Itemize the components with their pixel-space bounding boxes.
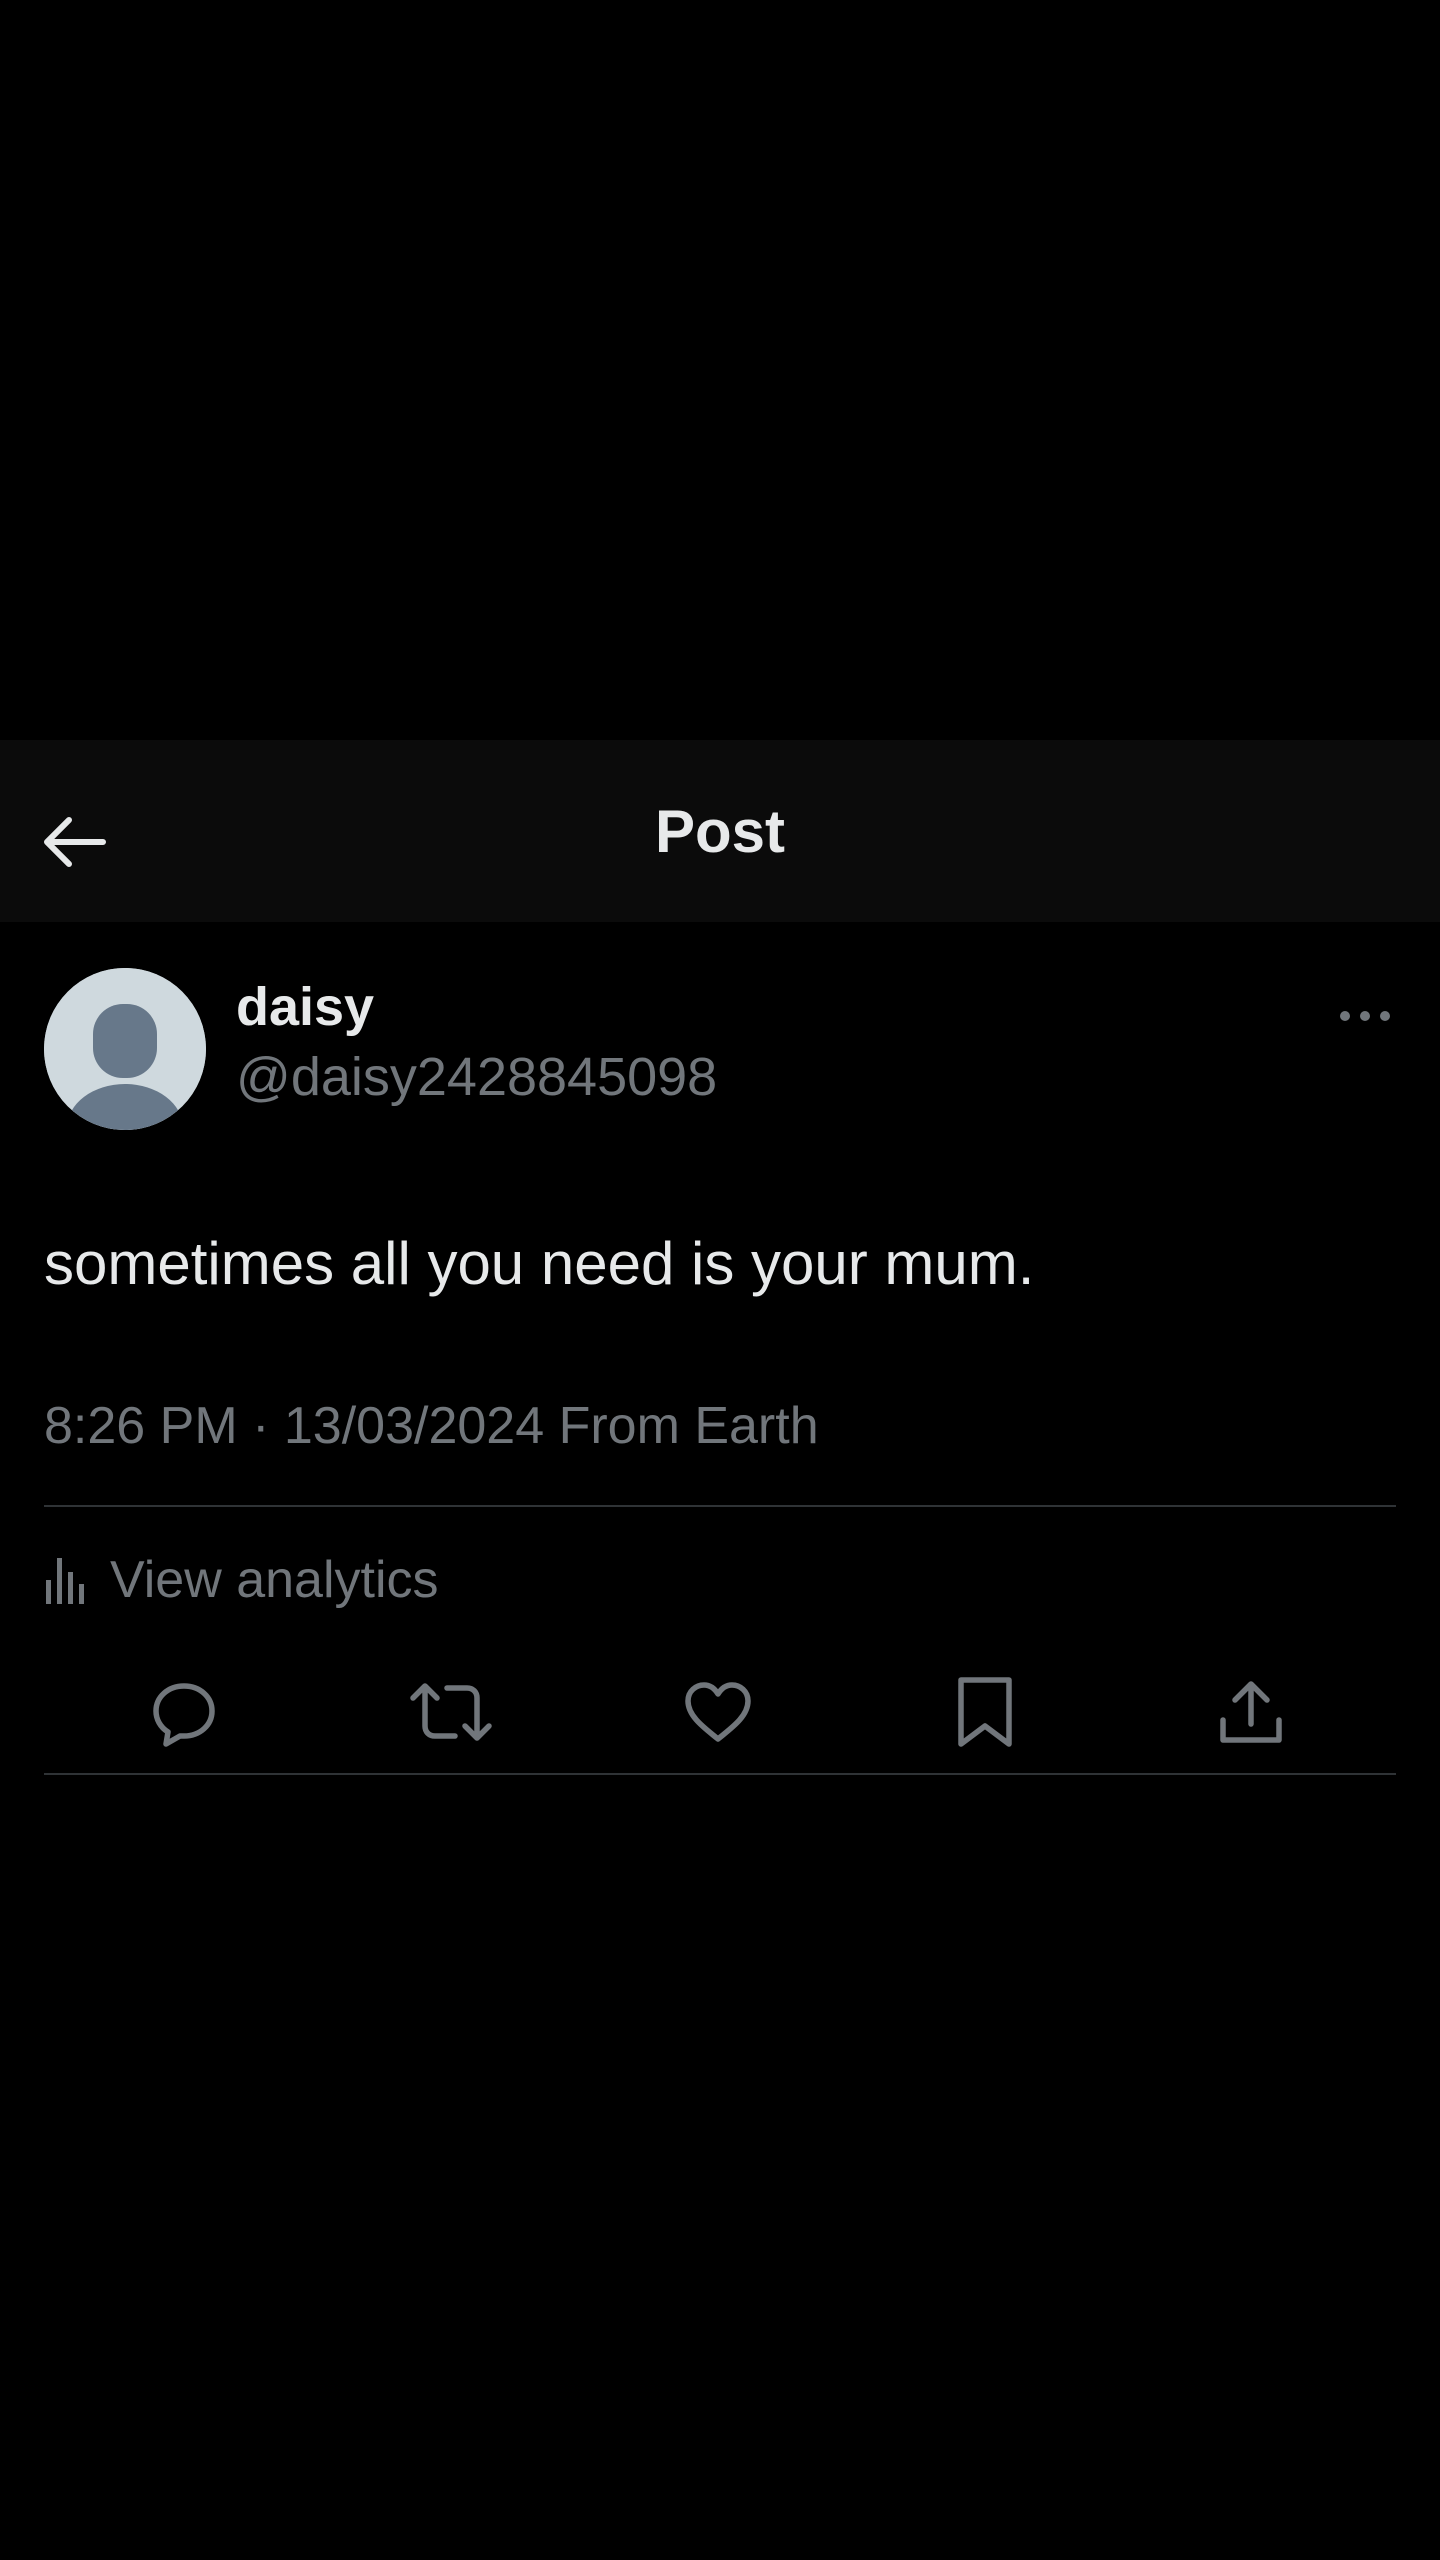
- arrow-left-icon: [37, 812, 109, 872]
- bookmark-button[interactable]: [935, 1670, 1035, 1754]
- bookmark-icon: [953, 1674, 1017, 1750]
- default-avatar-icon: [44, 968, 206, 1130]
- like-button[interactable]: [668, 1670, 768, 1754]
- post-header: [0, 740, 1440, 922]
- heart-icon: [682, 1679, 754, 1745]
- repost-icon: [409, 1676, 493, 1748]
- post-text: sometimes all you need is your mum.: [44, 1230, 1035, 1297]
- share-icon: [1215, 1676, 1287, 1748]
- reply-button[interactable]: [134, 1670, 234, 1754]
- post-actions-bar: [44, 1670, 1396, 1754]
- divider-bottom: [44, 1773, 1396, 1775]
- analytics-icon: [44, 1554, 88, 1606]
- back-button[interactable]: [28, 802, 118, 882]
- avatar[interactable]: [44, 968, 206, 1130]
- view-analytics-label: View analytics: [110, 1551, 439, 1609]
- top-empty-area: [0, 0, 1440, 740]
- reply-icon: [148, 1676, 220, 1748]
- more-horizontal-icon: [1337, 1008, 1393, 1024]
- view-analytics-button[interactable]: View analytics: [44, 1548, 439, 1612]
- author-display-name[interactable]: daisy: [236, 980, 374, 1034]
- repost-button[interactable]: [401, 1670, 501, 1754]
- author-handle[interactable]: @daisy2428845098: [236, 1050, 717, 1104]
- more-options-button[interactable]: [1320, 990, 1410, 1042]
- post-metadata: 8:26 PM · 13/03/2024 From Earth: [44, 1397, 819, 1455]
- share-button[interactable]: [1201, 1670, 1301, 1754]
- divider-top: [44, 1505, 1396, 1507]
